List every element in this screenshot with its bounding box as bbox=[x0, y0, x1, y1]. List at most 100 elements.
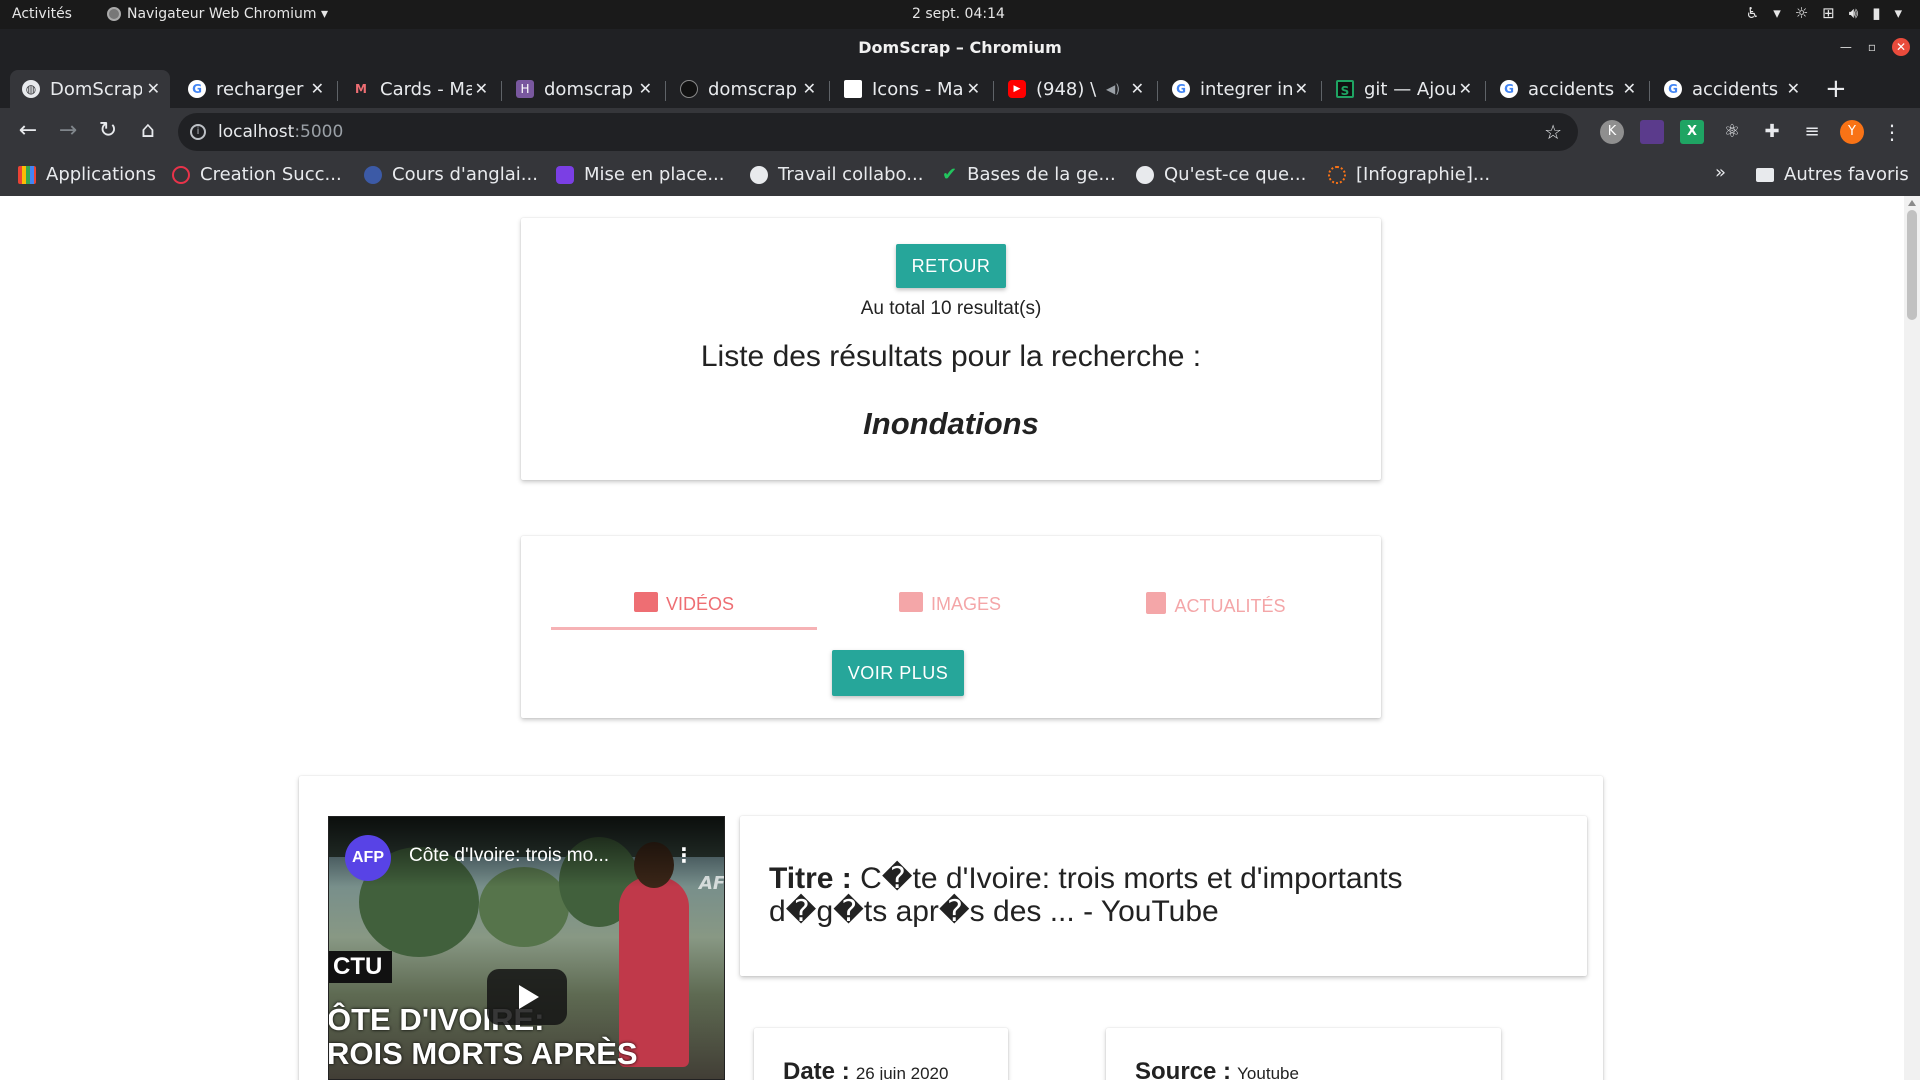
other-bookmarks-folder[interactable]: Autres favoris bbox=[1756, 164, 1909, 185]
tab-domscrap-heroku[interactable]: H domscrap ✕ bbox=[504, 70, 662, 108]
google-icon: G bbox=[188, 80, 206, 98]
title-text: C�te d'Ivoire: trois morts et d'importan… bbox=[769, 862, 1403, 928]
extension-excel-icon[interactable]: X bbox=[1680, 120, 1704, 144]
back-button[interactable]: RETOUR bbox=[896, 244, 1006, 288]
activities-button[interactable]: Activités bbox=[12, 6, 72, 22]
brightness-icon[interactable]: ☼ bbox=[1795, 4, 1808, 22]
tab-separator bbox=[665, 81, 666, 101]
tab-separator bbox=[829, 81, 830, 101]
play-button-icon[interactable] bbox=[487, 969, 567, 1025]
forward-icon[interactable]: → bbox=[54, 118, 82, 143]
chevron-down-icon[interactable]: ▾ bbox=[1773, 4, 1781, 22]
profile-avatar[interactable]: Y bbox=[1840, 120, 1864, 144]
audio-playing-icon[interactable]: ◀︎) bbox=[1106, 82, 1120, 96]
bookmarks-overflow-button[interactable]: » bbox=[1715, 162, 1726, 183]
bookmark-label: [Infographie]... bbox=[1356, 164, 1491, 185]
bookmark-creation-succ[interactable]: Creation Succ... bbox=[172, 164, 342, 185]
network-icon[interactable]: ⊞ bbox=[1822, 4, 1835, 22]
tab-videos[interactable]: VIDÉOS bbox=[551, 568, 817, 628]
close-tab-icon[interactable]: ✕ bbox=[803, 79, 816, 98]
bookmark-applications[interactable]: Applications bbox=[18, 164, 156, 185]
home-icon[interactable]: ⌂ bbox=[134, 118, 162, 143]
tab-icons-materialize[interactable]: Icons - Ma ✕ bbox=[832, 70, 990, 108]
bookmark-infographie[interactable]: [Infographie]... bbox=[1328, 164, 1490, 185]
tab-git[interactable]: S git — Ajou ✕ bbox=[1324, 70, 1482, 108]
bookmark-quest-ce-que[interactable]: Qu'est-ce que... bbox=[1136, 164, 1306, 185]
tab-cards-materialize[interactable]: M Cards - Ma ✕ bbox=[340, 70, 498, 108]
media-tabs: VIDÉOS IMAGES ACTUALITÉS bbox=[551, 568, 1351, 630]
bookmark-cours-anglais[interactable]: Cours d'anglai... bbox=[364, 164, 538, 185]
close-tab-icon[interactable]: ✕ bbox=[147, 79, 160, 98]
bookmark-mise-en-place[interactable]: Mise en place... bbox=[556, 164, 725, 185]
google-icon: G bbox=[1500, 80, 1518, 98]
globe-icon bbox=[750, 165, 768, 184]
extension-k-icon[interactable]: K bbox=[1600, 120, 1624, 144]
scrollbar-thumb[interactable] bbox=[1907, 210, 1917, 320]
tab-images[interactable]: IMAGES bbox=[817, 568, 1083, 628]
channel-avatar[interactable]: AFP bbox=[345, 835, 391, 881]
minimize-icon[interactable]: — bbox=[1840, 40, 1852, 54]
window-controls: — ▫ ✕ bbox=[1840, 38, 1910, 56]
close-tab-icon[interactable]: ✕ bbox=[1459, 79, 1472, 98]
new-tab-button[interactable]: + bbox=[1825, 74, 1847, 104]
close-tab-icon[interactable]: ✕ bbox=[967, 79, 980, 98]
tab-separator bbox=[1321, 81, 1322, 101]
video-title[interactable]: Côte d'Ivoire: trois mo... bbox=[409, 845, 609, 867]
video-more-icon[interactable]: ⋮ bbox=[674, 843, 694, 867]
accessibility-icon[interactable]: ♿ bbox=[1746, 4, 1759, 22]
movie-icon bbox=[633, 592, 658, 612]
bookmark-star-icon[interactable]: ☆ bbox=[1544, 113, 1562, 151]
close-tab-icon[interactable]: ✕ bbox=[1623, 79, 1636, 98]
bookmark-bases-de-la-ge[interactable]: ✔ Bases de la ge... bbox=[942, 164, 1116, 185]
tab-recharger[interactable]: G recharger ✕ bbox=[176, 70, 334, 108]
back-icon[interactable]: ← bbox=[14, 118, 42, 143]
tab-accidents[interactable]: G accidents ✕ bbox=[1488, 70, 1646, 108]
tab-domscrap[interactable]: ◍ DomScrap ✕ bbox=[10, 70, 170, 108]
bookmark-travail-collabo[interactable]: Travail collabo... bbox=[750, 164, 923, 185]
bookmark-label: Qu'est-ce que... bbox=[1164, 164, 1307, 185]
close-tab-icon[interactable]: ✕ bbox=[1131, 79, 1144, 98]
close-tab-icon[interactable]: ✕ bbox=[475, 79, 488, 98]
youtube-video-embed[interactable]: AFP Côte d'Ivoire: trois mo... ⋮ AF CTU … bbox=[328, 816, 725, 1080]
tab-separator bbox=[1157, 81, 1158, 101]
page-scrollbar[interactable] bbox=[1904, 196, 1920, 1080]
video-tag: CTU bbox=[329, 951, 393, 983]
chevron-down-icon[interactable]: ▾ bbox=[1894, 4, 1902, 22]
clock[interactable]: 2 sept. 04:14 bbox=[912, 6, 1005, 22]
address-bar[interactable]: i localhost:5000 ☆ bbox=[178, 113, 1578, 151]
volume-icon[interactable]: 🔊︎ bbox=[1849, 4, 1858, 22]
reload-icon[interactable]: ↻ bbox=[94, 118, 122, 143]
google-icon: G bbox=[1664, 80, 1682, 98]
address-port: :5000 bbox=[294, 122, 344, 142]
tab-label: recharger bbox=[216, 78, 304, 100]
tab-label: accidents bbox=[1528, 78, 1615, 100]
app-menu[interactable]: Navigateur Web Chromium ▾ bbox=[107, 6, 328, 22]
see-more-button[interactable]: VOIR PLUS bbox=[832, 650, 964, 696]
check-icon: ✔ bbox=[942, 164, 958, 185]
close-tab-icon[interactable]: ✕ bbox=[639, 79, 652, 98]
react-devtools-icon[interactable]: ⚛ bbox=[1720, 120, 1744, 144]
scroll-up-icon[interactable] bbox=[1908, 200, 1916, 206]
extension-purple-icon[interactable] bbox=[1640, 120, 1664, 144]
site-info-icon[interactable]: i bbox=[190, 124, 206, 140]
browser-toolbar: ← → ↻ ⌂ i localhost:5000 ☆ K X ⚛ ✚ ≡ Y ⋮ bbox=[0, 108, 1920, 156]
system-tray[interactable]: ♿ ▾ ☼ ⊞ 🔊︎ ▮ ▾ bbox=[1746, 4, 1902, 22]
address-host: localhost bbox=[218, 122, 295, 142]
maximize-icon[interactable]: ▫ bbox=[1868, 40, 1876, 54]
active-tab-indicator bbox=[551, 627, 817, 630]
close-window-icon[interactable]: ✕ bbox=[1892, 38, 1910, 56]
close-tab-icon[interactable]: ✕ bbox=[1295, 79, 1308, 98]
menu-kebab-icon[interactable]: ⋮ bbox=[1880, 120, 1904, 144]
tab-integrer[interactable]: G integrer in ✕ bbox=[1160, 70, 1318, 108]
tab-youtube[interactable]: ▶ (948) \ ◀︎) ✕ bbox=[996, 70, 1154, 108]
media-queue-icon[interactable]: ≡ bbox=[1800, 120, 1824, 144]
battery-icon[interactable]: ▮ bbox=[1872, 4, 1880, 22]
tab-label: (948) \ bbox=[1036, 78, 1097, 100]
tab-domscrap-github[interactable]: domscrap ✕ bbox=[668, 70, 826, 108]
close-tab-icon[interactable]: ✕ bbox=[311, 79, 324, 98]
title-label: Titre : bbox=[769, 862, 852, 895]
tab-actualites[interactable]: ACTUALITÉS bbox=[1083, 568, 1349, 628]
tab-accidents-2[interactable]: G accidents ✕ bbox=[1652, 70, 1810, 108]
close-tab-icon[interactable]: ✕ bbox=[1787, 79, 1800, 98]
extensions-puzzle-icon[interactable]: ✚ bbox=[1760, 120, 1784, 144]
